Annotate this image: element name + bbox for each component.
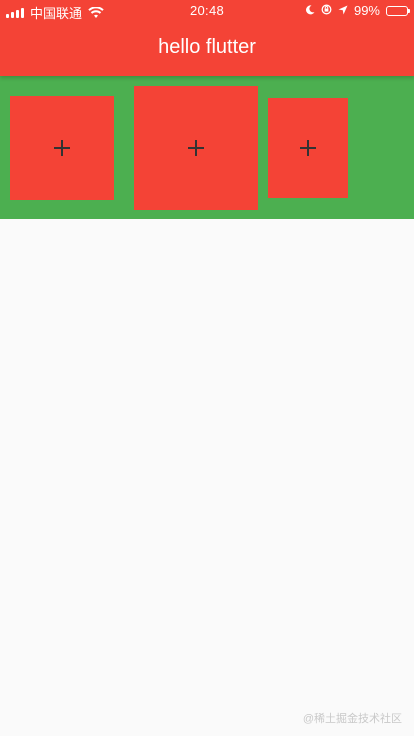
green-row-container: [0, 76, 414, 219]
red-box-1[interactable]: [10, 96, 114, 200]
app-bar: 中国联通 20:48 99% hello flutter: [0, 0, 414, 76]
location-icon: [338, 3, 348, 18]
red-box-2[interactable]: [134, 86, 258, 210]
orientation-lock-icon: [321, 3, 332, 18]
moon-icon: [305, 3, 315, 18]
red-box-3[interactable]: [268, 98, 348, 198]
plus-icon: [54, 140, 70, 156]
status-bar: 中国联通 20:48 99%: [0, 0, 414, 22]
battery-icon: [386, 5, 410, 16]
watermark: @稀土掘金技术社区: [302, 713, 402, 725]
plus-icon: [188, 140, 204, 156]
page-title: hello flutter: [158, 36, 256, 58]
plus-icon: [300, 140, 316, 156]
battery-percent: 99%: [353, 3, 380, 18]
status-right: 99%: [305, 3, 410, 18]
